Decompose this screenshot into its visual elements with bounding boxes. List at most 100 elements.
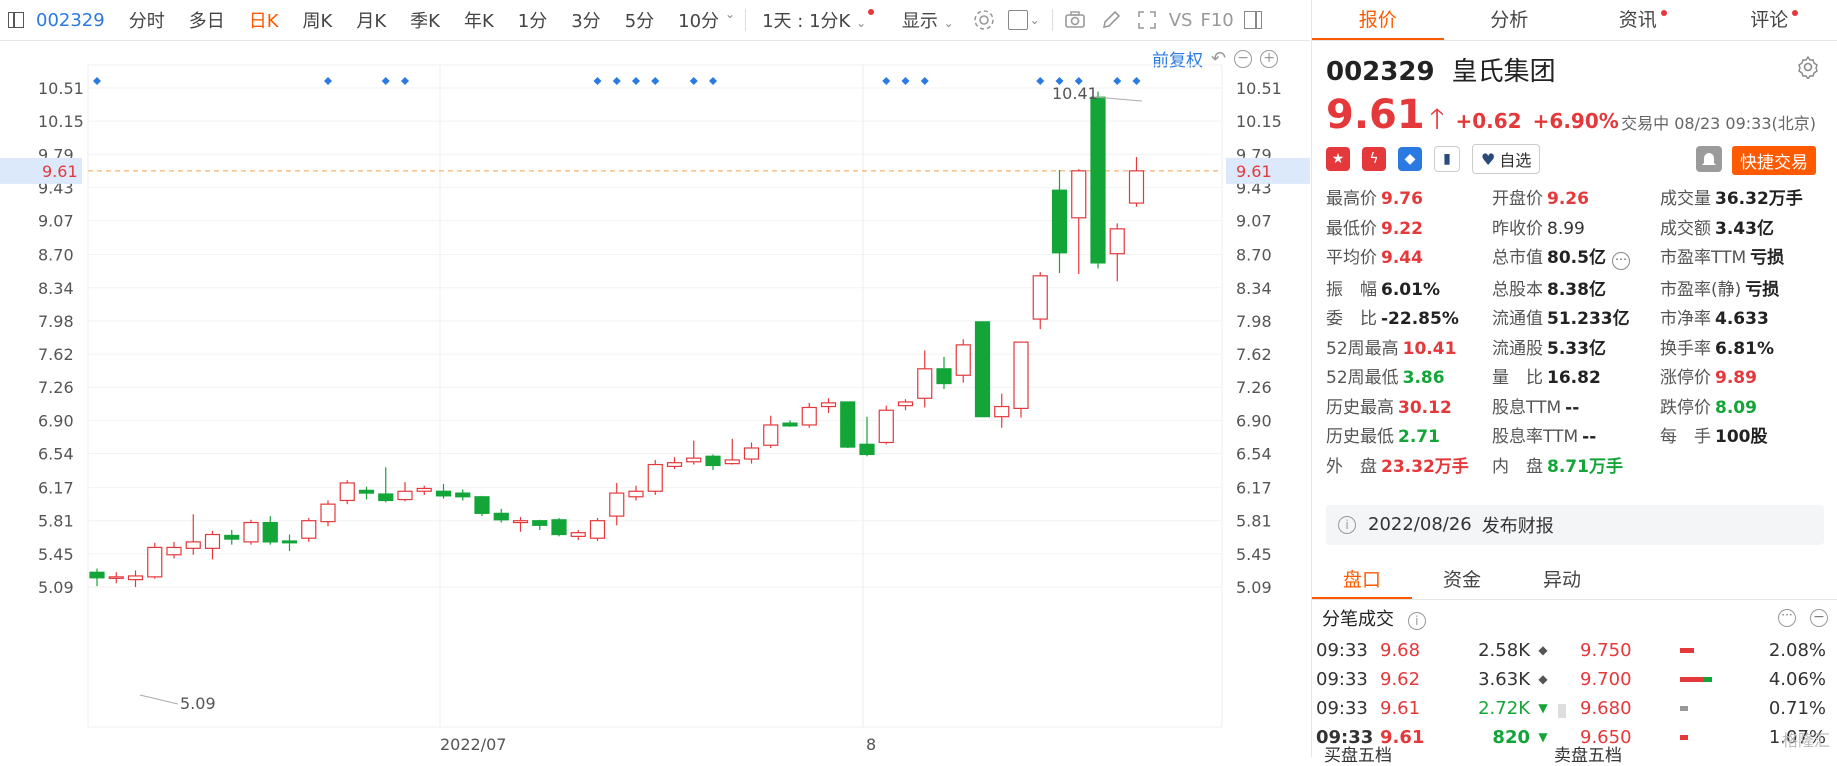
chevron-down-icon[interactable]: ⌄ (725, 7, 735, 33)
candle-body[interactable] (263, 523, 277, 542)
candle-body[interactable] (129, 576, 143, 580)
period-2[interactable]: 日K (237, 7, 291, 33)
candle-body[interactable] (956, 345, 970, 375)
candle-body[interactable] (283, 541, 297, 543)
scrollbar[interactable] (1558, 636, 1566, 752)
period-6[interactable]: 年K (452, 7, 506, 33)
candle-body[interactable] (186, 542, 200, 548)
event-marker-icon[interactable] (594, 77, 602, 85)
fast-trade-button[interactable]: 快捷交易 (1732, 146, 1816, 175)
tag-icon[interactable]: ◆ (1398, 147, 1422, 171)
candle-body[interactable] (1110, 229, 1124, 254)
event-marker-icon[interactable] (613, 77, 621, 85)
checkbox-icon[interactable] (1008, 10, 1028, 30)
more-icon[interactable]: ⋯ (1612, 252, 1630, 270)
candle-body[interactable] (494, 513, 508, 519)
candlestick-chart[interactable]: 10.5110.5110.1510.159.799.799.439.439.07… (0, 41, 1310, 757)
candle-body[interactable] (437, 491, 451, 496)
candle-body[interactable] (841, 402, 855, 447)
event-marker-icon[interactable] (902, 77, 910, 85)
candle-body[interactable] (398, 491, 412, 499)
candle-body[interactable] (244, 523, 258, 542)
candle-body[interactable] (1130, 171, 1144, 203)
candle-body[interactable] (225, 535, 239, 539)
panel-toggle-icon[interactable] (1244, 11, 1262, 29)
candle-body[interactable] (687, 458, 701, 462)
candle-body[interactable] (417, 488, 431, 491)
period-8[interactable]: 3分 (559, 7, 612, 33)
candle-body[interactable] (475, 497, 489, 514)
candle-body[interactable] (148, 547, 162, 576)
settings-gear-icon[interactable] (972, 8, 996, 32)
candle-body[interactable] (340, 483, 354, 500)
candle-body[interactable] (360, 490, 374, 493)
pencil-icon[interactable] (1099, 8, 1123, 32)
candle-body[interactable] (321, 504, 335, 521)
period-5[interactable]: 季K (398, 7, 452, 33)
candle-body[interactable] (90, 572, 104, 578)
stock-code-link[interactable]: 002329 (30, 10, 117, 31)
candle-body[interactable] (1072, 171, 1086, 218)
candle-body[interactable] (302, 521, 316, 538)
candle-body[interactable] (725, 460, 739, 464)
tab-2[interactable]: 资讯 (1575, 0, 1707, 40)
bookmark-icon[interactable]: ▮ (1434, 146, 1460, 172)
range-select[interactable]: 1天 : 1分K ⌄ (750, 7, 890, 33)
fullscreen-icon[interactable] (1135, 8, 1159, 32)
candle-body[interactable] (206, 535, 220, 549)
buy-five-levels[interactable]: 买盘五档 (1324, 741, 1554, 766)
candle-body[interactable] (976, 322, 990, 417)
event-marker-icon[interactable] (1036, 77, 1044, 85)
candle-body[interactable] (648, 465, 662, 492)
add-favorite-button[interactable]: ♥自选 (1472, 144, 1540, 174)
candle-body[interactable] (533, 521, 547, 526)
bell-icon[interactable] (1696, 146, 1722, 172)
period-9[interactable]: 5分 (613, 7, 666, 33)
earnings-report-notice[interactable]: i 2022/08/26 发布财报 (1326, 505, 1824, 545)
event-marker-icon[interactable] (690, 77, 698, 85)
event-marker-icon[interactable] (1113, 77, 1121, 85)
display-select[interactable]: 显示 ⌄ (890, 7, 966, 33)
candle-body[interactable] (860, 444, 874, 454)
candle-body[interactable] (745, 448, 759, 459)
candle-body[interactable] (995, 407, 1009, 417)
candle-body[interactable] (764, 425, 778, 445)
candle-body[interactable] (629, 491, 643, 497)
lightning-icon[interactable]: ϟ (1362, 147, 1386, 171)
orderbook-tab-2[interactable]: 异动 (1512, 561, 1612, 599)
candle-body[interactable] (1091, 97, 1105, 263)
period-1[interactable]: 多日 (177, 7, 237, 33)
orderbook-tab-1[interactable]: 资金 (1412, 561, 1512, 599)
candle-body[interactable] (802, 407, 816, 424)
more-icon[interactable]: ··· (1778, 609, 1796, 627)
period-0[interactable]: 分时 (117, 7, 177, 33)
f10-button[interactable]: F10 (1196, 10, 1237, 31)
sell-five-levels[interactable]: 卖盘五档 (1554, 741, 1622, 766)
candle-body[interactable] (706, 456, 720, 465)
settings-icon[interactable] (1796, 55, 1820, 79)
candle-body[interactable] (379, 494, 393, 500)
event-marker-icon[interactable] (324, 77, 332, 85)
candle-body[interactable] (610, 493, 624, 516)
event-marker-icon[interactable] (921, 77, 929, 85)
candle-body[interactable] (1033, 276, 1047, 319)
candle-body[interactable] (783, 423, 797, 426)
candle-body[interactable] (456, 493, 470, 497)
tab-0[interactable]: 报价 (1312, 0, 1444, 40)
info-icon[interactable]: i (1408, 612, 1426, 630)
tab-3[interactable]: 评论 (1707, 0, 1837, 40)
candle-body[interactable] (1014, 342, 1028, 408)
period-7[interactable]: 1分 (506, 7, 559, 33)
event-marker-icon[interactable] (882, 77, 890, 85)
period-10[interactable]: 10分 (666, 7, 731, 33)
candle-body[interactable] (668, 463, 682, 467)
event-marker-icon[interactable] (709, 77, 717, 85)
tab-1[interactable]: 分析 (1444, 0, 1576, 40)
vs-button[interactable]: VS (1165, 10, 1197, 31)
sidebar-toggle-icon[interactable] (8, 12, 24, 28)
candle-body[interactable] (514, 521, 528, 523)
candle-body[interactable] (899, 402, 913, 406)
candle-body[interactable] (937, 369, 951, 384)
event-marker-icon[interactable] (382, 77, 390, 85)
event-marker-icon[interactable] (401, 77, 409, 85)
